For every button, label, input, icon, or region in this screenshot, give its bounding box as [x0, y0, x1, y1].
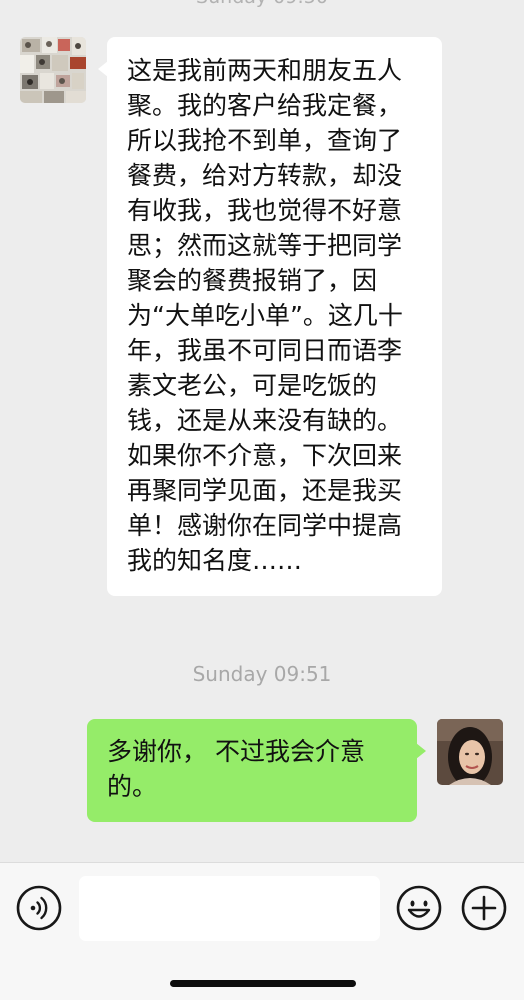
home-indicator: [170, 980, 356, 987]
message-timestamp: Sunday 09:51: [192, 662, 332, 686]
message-input[interactable]: [79, 876, 380, 941]
plus-icon[interactable]: [461, 885, 507, 931]
chat-area: Sunday 09:50 这是我前两天和朋: [0, 0, 524, 862]
top-timestamp: Sunday 09:50: [0, 0, 524, 8]
voice-icon[interactable]: [16, 885, 62, 931]
emoji-icon[interactable]: [396, 885, 442, 931]
outgoing-message-bubble[interactable]: 多谢你， 不过我会介意的。: [87, 719, 426, 822]
my-avatar[interactable]: [437, 719, 503, 785]
outgoing-message-text: 多谢你， 不过我会介意的。: [107, 737, 365, 801]
contact-avatar[interactable]: [20, 37, 86, 103]
incoming-message-text: 这是我前两天和朋友五人聚。我的客户给我定餐，所以我抢不到单，查询了餐费，给对方转…: [127, 56, 403, 575]
input-bar: [0, 862, 524, 1000]
incoming-message-bubble[interactable]: 这是我前两天和朋友五人聚。我的客户给我定餐，所以我抢不到单，查询了餐费，给对方转…: [98, 37, 442, 596]
